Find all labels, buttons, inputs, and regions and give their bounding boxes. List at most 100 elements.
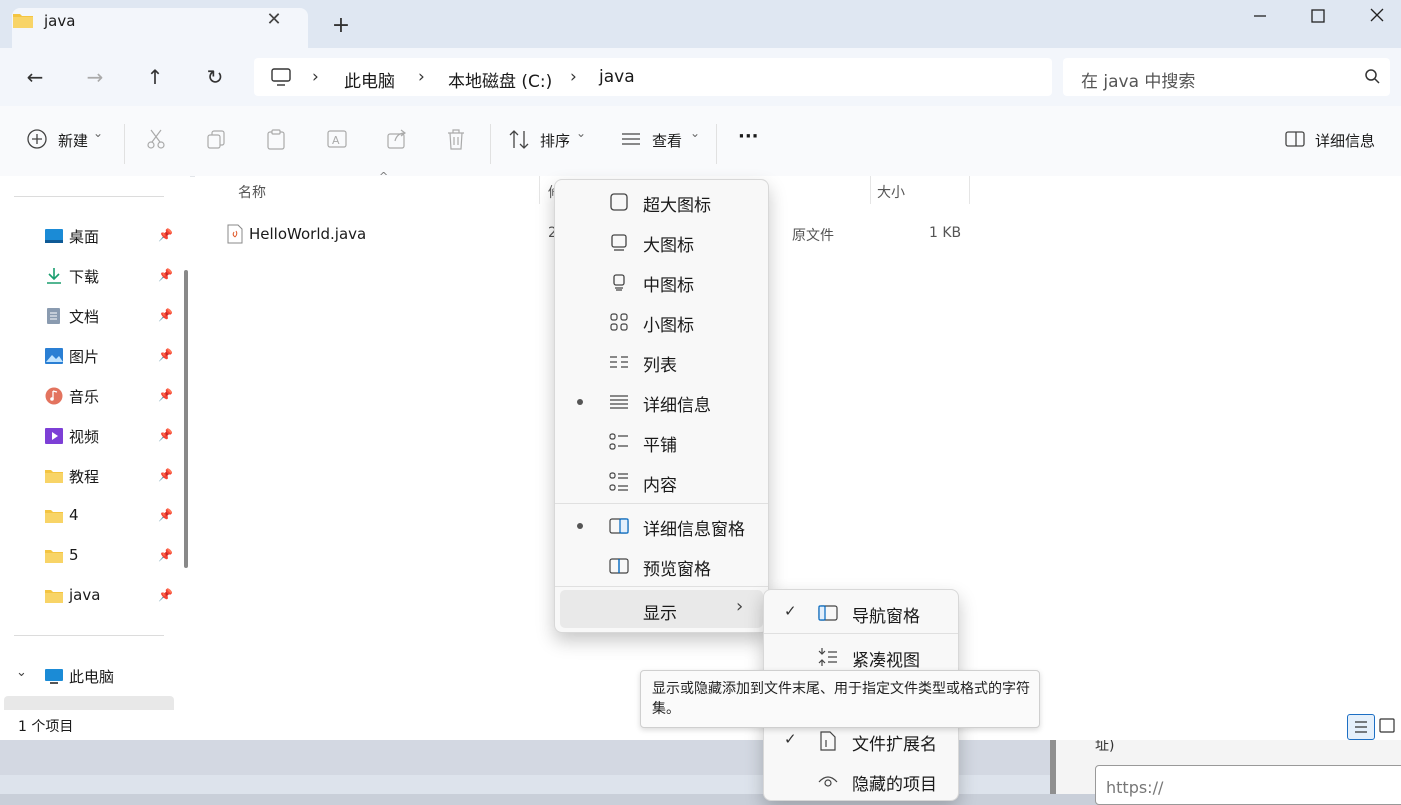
pin-icon: 📌 — [158, 548, 173, 562]
pin-icon: 📌 — [158, 268, 173, 282]
menu-item-small-icons[interactable]: 小图标 — [555, 302, 768, 342]
rename-icon[interactable]: A — [326, 128, 350, 152]
tooltip-text: 显示或隐藏添加到文件末尾、用于指定文件类型或格式的字符集。 — [652, 681, 1030, 717]
sidebar-item-this-pc[interactable]: ⌄ 此电脑 — [0, 659, 176, 693]
chevron-right-icon: › — [736, 596, 744, 617]
back-icon[interactable]: ← — [23, 66, 47, 90]
sidebar-item-music[interactable]: 音乐 📌 — [0, 379, 176, 413]
menu-item-list[interactable]: 列表 — [555, 342, 768, 382]
pictures-icon — [44, 347, 64, 365]
sidebar-item-label: 5 — [69, 546, 79, 564]
search-icon[interactable] — [1364, 68, 1380, 88]
sidebar-item-documents[interactable]: 文档 📌 — [0, 299, 176, 333]
details-pane-icon[interactable] — [1284, 128, 1308, 152]
sidebar-item-selected[interactable] — [4, 696, 174, 710]
menu-item-tiles[interactable]: 平铺 — [555, 422, 768, 462]
forward-icon[interactable]: → — [83, 66, 107, 90]
item-count: 1 个项目 — [18, 719, 74, 735]
new-icon[interactable] — [26, 128, 50, 152]
folder-icon — [44, 547, 64, 565]
menu-item-details[interactable]: 详细信息 — [555, 382, 768, 422]
breadcrumb-this-pc[interactable]: 此电脑 — [344, 67, 395, 92]
sidebar-item-label: 音乐 — [69, 388, 100, 406]
pin-icon: 📌 — [158, 348, 173, 362]
breadcrumb-local-disk[interactable]: 本地磁盘 (C:) — [448, 67, 552, 92]
breadcrumb-java[interactable]: java — [599, 67, 635, 87]
copy-icon[interactable] — [206, 128, 230, 152]
close-button[interactable] — [1354, 4, 1400, 30]
menu-item-label: 隐藏的项目 — [852, 775, 937, 795]
column-header-name[interactable]: 名称 — [238, 182, 266, 202]
menu-item-label: 显示 — [643, 604, 677, 624]
sidebar-item-label: java — [69, 586, 101, 604]
sort-icon[interactable] — [508, 128, 532, 152]
sort-button[interactable]: 排序 — [540, 130, 570, 151]
menu-item-large-icons[interactable]: 大图标 — [555, 222, 768, 262]
delete-icon[interactable] — [446, 128, 470, 152]
large-icons-view-toggle[interactable] — [1378, 715, 1396, 740]
tab-close-icon[interactable]: ✕ — [262, 8, 286, 32]
menu-item-label: 预览窗格 — [643, 560, 711, 580]
chevron-down-icon: ⌄ — [690, 126, 701, 140]
details-button[interactable]: 详细信息 — [1315, 130, 1375, 151]
new-button[interactable]: 新建 — [58, 130, 88, 151]
chevron-down-icon[interactable]: ⌄ — [16, 665, 27, 680]
music-icon — [44, 387, 64, 405]
nav-scrollbar[interactable] — [184, 270, 188, 568]
breadcrumb-separator: › — [570, 67, 577, 87]
menu-item-navigation-pane[interactable]: ✓ 导航窗格 — [764, 593, 958, 633]
details-view-toggle[interactable] — [1347, 714, 1375, 740]
sidebar-item-label: 下载 — [69, 268, 100, 286]
sidebar-item-tutorial[interactable]: 教程 📌 — [0, 459, 176, 493]
menu-item-hidden-items[interactable]: 隐藏的项目 — [764, 761, 958, 801]
view-icon[interactable] — [620, 128, 644, 152]
navigation-bar: ← → ↑ ↻ › 此电脑 › 本地磁盘 (C:) › java 在 java … — [0, 48, 1401, 106]
sidebar-item-videos[interactable]: 视频 📌 — [0, 419, 176, 453]
menu-item-details-pane[interactable]: 详细信息窗格 — [555, 506, 768, 546]
sort-up-icon: ^ — [379, 170, 389, 183]
maximize-button[interactable] — [1295, 4, 1341, 30]
more-icon[interactable]: ··· — [738, 126, 759, 147]
search-input[interactable]: 在 java 中搜索 — [1081, 67, 1195, 92]
column-header-size[interactable]: 大小 — [877, 182, 905, 202]
paste-icon[interactable] — [266, 128, 290, 152]
sidebar-item-downloads[interactable]: 下载 📌 — [0, 259, 176, 293]
menu-item-preview-pane[interactable]: 预览窗格 — [555, 546, 768, 586]
column-divider[interactable] — [969, 176, 970, 204]
column-divider[interactable] — [870, 176, 871, 204]
address-bar[interactable]: › 此电脑 › 本地磁盘 (C:) › java — [254, 58, 1052, 96]
menu-item-label: 详细信息 — [643, 396, 711, 416]
documents-icon — [44, 307, 64, 325]
cut-icon[interactable] — [146, 128, 170, 152]
sidebar-item-pictures[interactable]: 图片 📌 — [0, 339, 176, 373]
menu-divider — [764, 633, 958, 634]
new-tab-button[interactable]: + — [328, 14, 354, 40]
file-extensions-icon — [818, 731, 838, 751]
sidebar-item-5[interactable]: 5 📌 — [0, 539, 176, 573]
search-box[interactable]: 在 java 中搜索 — [1063, 58, 1390, 96]
column-divider[interactable] — [539, 176, 540, 204]
view-menu: 超大图标 大图标 中图标 小图标 列表 详细信息 平铺 内容 详细信息窗格 预览… — [554, 179, 769, 633]
command-bar: 新建 ⌄ A 排序 ⌄ 查看 ⌄ ··· 详细信息 — [0, 106, 1401, 177]
sidebar-item-desktop[interactable]: 桌面 📌 — [0, 219, 176, 253]
sidebar-item-4[interactable]: 4 📌 — [0, 499, 176, 533]
menu-item-content[interactable]: 内容 — [555, 462, 768, 502]
sidebar-item-java[interactable]: java 📌 — [0, 579, 176, 613]
refresh-icon[interactable]: ↻ — [203, 66, 227, 90]
menu-item-show[interactable]: 显示 › — [560, 590, 763, 628]
details-icon — [609, 392, 629, 412]
preview-pane-icon — [609, 556, 629, 576]
menu-item-extra-large-icons[interactable]: 超大图标 — [555, 182, 768, 222]
background-url-input[interactable]: https:// — [1095, 765, 1401, 805]
chevron-down-icon: ⌄ — [576, 126, 587, 140]
large-icons-icon — [609, 232, 629, 252]
minimize-button[interactable] — [1237, 4, 1283, 30]
up-icon[interactable]: ↑ — [143, 66, 167, 90]
view-button[interactable]: 查看 — [652, 130, 682, 151]
share-icon[interactable] — [386, 128, 410, 152]
content-icon — [609, 472, 629, 492]
menu-item-medium-icons[interactable]: 中图标 — [555, 262, 768, 302]
sidebar-item-label: 图片 — [69, 348, 100, 366]
eye-icon — [818, 771, 838, 791]
selected-dot-icon — [577, 399, 583, 405]
